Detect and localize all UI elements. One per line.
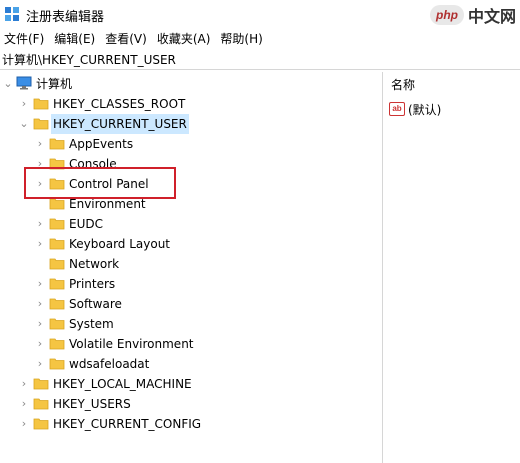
folder-icon (33, 418, 49, 430)
menu-edit[interactable]: 编辑(E) (50, 29, 101, 49)
folder-icon (33, 378, 49, 390)
chevron-right-icon[interactable]: › (18, 96, 30, 112)
tree-key-label: System (69, 317, 114, 331)
folder-icon (49, 158, 65, 170)
tree-key-eudc[interactable]: › EUDC (0, 214, 382, 234)
tree-key-system[interactable]: › System (0, 314, 382, 334)
chevron-right-icon[interactable]: › (18, 396, 30, 412)
tree-key-label: Control Panel (69, 177, 149, 191)
tree-hive-current-user[interactable]: ⌄ HKEY_CURRENT_USER (0, 114, 382, 134)
chevron-right-icon[interactable]: › (34, 316, 46, 332)
title-bar: 注册表编辑器 php 中文网 (0, 0, 520, 28)
tree-key-printers[interactable]: › Printers (0, 274, 382, 294)
folder-icon (49, 198, 65, 210)
tree-key-wdsafeloadat[interactable]: › wdsafeloadat (0, 354, 382, 374)
chevron-right-icon[interactable]: › (34, 276, 46, 292)
menu-help[interactable]: 帮助(H) (216, 29, 268, 49)
chevron-right-icon[interactable]: › (34, 236, 46, 252)
tree-key-appevents[interactable]: › AppEvents (0, 134, 382, 154)
menu-file[interactable]: 文件(F) (0, 29, 50, 49)
watermark-text: 中文网 (467, 7, 516, 26)
value-row[interactable]: ab (默认) (389, 100, 441, 118)
tree-key-software[interactable]: › Software (0, 294, 382, 314)
folder-icon (49, 178, 65, 190)
tree-key-control-panel[interactable]: › Control Panel (0, 174, 382, 194)
column-header-name[interactable]: 名称 (383, 74, 520, 96)
tree-hive-current-config[interactable]: › HKEY_CURRENT_CONFIG (0, 414, 382, 434)
watermark-badge: php (429, 5, 464, 25)
tree-key-label: Environment (69, 197, 146, 211)
folder-icon (49, 358, 65, 370)
chevron-down-icon[interactable]: ⌄ (2, 76, 14, 92)
menu-bar: 文件(F) 编辑(E) 查看(V) 收藏夹(A) 帮助(H) (0, 29, 520, 49)
folder-icon (49, 258, 65, 270)
tree-root-computer[interactable]: ⌄ 计算机 (0, 74, 382, 94)
tree-key-keyboard-layout[interactable]: › Keyboard Layout (0, 234, 382, 254)
regedit-icon (5, 7, 19, 21)
folder-open-icon (33, 118, 49, 130)
tree-hive-label: HKEY_CURRENT_CONFIG (53, 417, 202, 431)
tree-key-label: AppEvents (69, 137, 134, 151)
folder-icon (49, 218, 65, 230)
menu-view[interactable]: 查看(V) (101, 29, 153, 49)
folder-icon (49, 338, 65, 350)
tree-key-label: Volatile Environment (69, 337, 194, 351)
watermark: php 中文网 (429, 4, 516, 26)
values-pane: 名称 ab (默认) (383, 72, 520, 463)
tree-key-environment[interactable]: Environment (0, 194, 382, 214)
tree-hive-users[interactable]: › HKEY_USERS (0, 394, 382, 414)
value-name: (默认) (408, 102, 442, 117)
tree-hive-label: HKEY_USERS (53, 397, 131, 411)
folder-icon (33, 398, 49, 410)
tree-key-label: wdsafeloadat (69, 357, 150, 371)
tree-key-label: Console (69, 157, 117, 171)
tree-hive-label: HKEY_CLASSES_ROOT (53, 97, 186, 111)
folder-icon (33, 98, 49, 110)
tree-key-label: Keyboard Layout (69, 237, 171, 251)
chevron-right-icon[interactable]: › (34, 296, 46, 312)
folder-icon (49, 138, 65, 150)
tree-key-console[interactable]: › Console (0, 154, 382, 174)
chevron-right-icon[interactable]: › (34, 156, 46, 172)
computer-icon (16, 76, 32, 90)
registry-tree: ⌄ 计算机 › HKEY_CLASSES_ROOT ⌄ HKEY_CURRENT… (0, 72, 382, 463)
tree-key-label: Printers (69, 277, 116, 291)
tree-key-label: Software (69, 297, 122, 311)
tree-hive-label: HKEY_LOCAL_MACHINE (53, 377, 192, 391)
tree-key-label: Network (69, 257, 120, 271)
chevron-right-icon[interactable]: › (34, 356, 46, 372)
window-title: 注册表编辑器 (26, 10, 105, 25)
chevron-right-icon[interactable]: › (18, 376, 30, 392)
folder-icon (49, 318, 65, 330)
chevron-right-icon[interactable]: › (18, 416, 30, 432)
tree-hive-local-machine[interactable]: › HKEY_LOCAL_MACHINE (0, 374, 382, 394)
tree-key-label: EUDC (69, 217, 103, 231)
chevron-right-icon[interactable]: › (34, 176, 46, 192)
chevron-right-icon[interactable]: › (34, 216, 46, 232)
tree-key-network[interactable]: Network (0, 254, 382, 274)
menu-favorites[interactable]: 收藏夹(A) (153, 29, 217, 49)
folder-icon (49, 298, 65, 310)
tree-hive-classes-root[interactable]: › HKEY_CLASSES_ROOT (0, 94, 382, 114)
tree-hive-label: HKEY_CURRENT_USER (51, 114, 189, 134)
folder-icon (49, 238, 65, 250)
folder-icon (49, 278, 65, 290)
chevron-right-icon[interactable]: › (34, 136, 46, 152)
address-bar[interactable]: 计算机\HKEY_CURRENT_USER (0, 50, 520, 70)
tree-key-volatile-environment[interactable]: › Volatile Environment (0, 334, 382, 354)
chevron-down-icon[interactable]: ⌄ (18, 116, 30, 132)
string-value-icon: ab (389, 102, 405, 116)
tree-root-label: 计算机 (36, 77, 73, 91)
chevron-right-icon[interactable]: › (34, 336, 46, 352)
